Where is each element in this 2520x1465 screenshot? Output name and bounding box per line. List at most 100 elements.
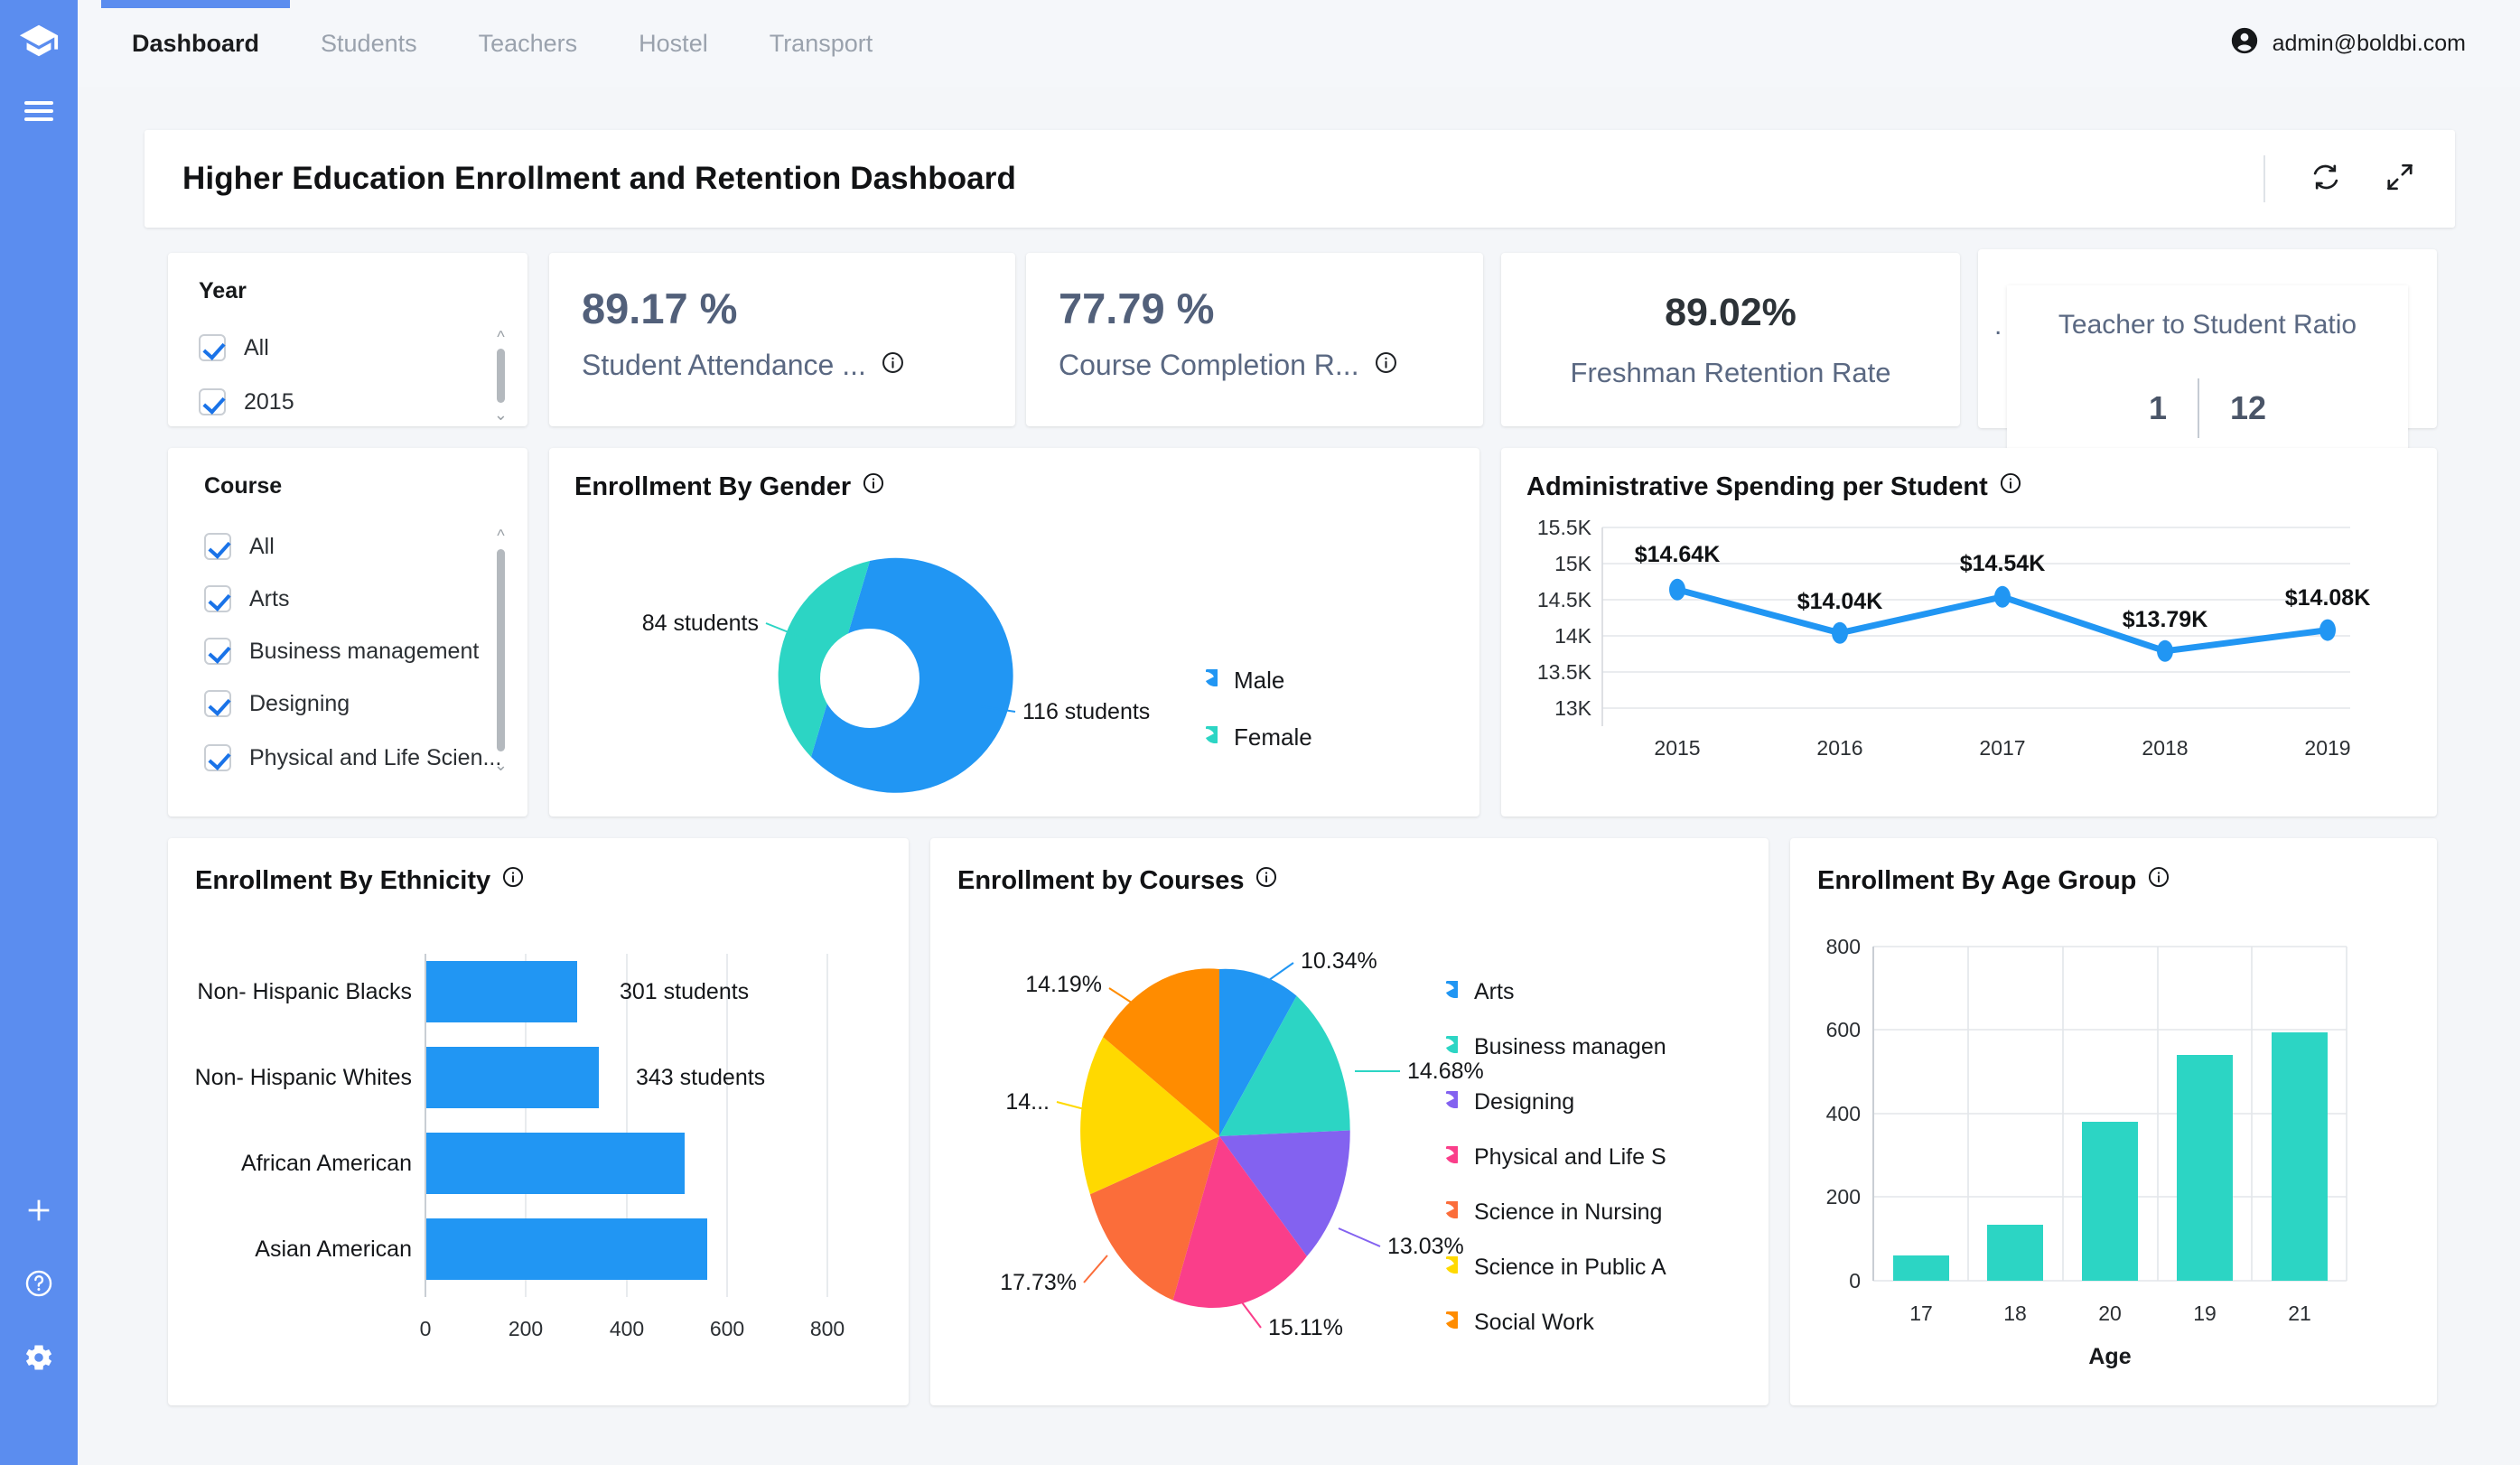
x-tick-label: 600: [710, 1317, 744, 1340]
tab-label: Transport: [769, 29, 873, 57]
course-filter-item-designing[interactable]: Designing: [204, 690, 350, 717]
y-tick-label: 13K: [1554, 696, 1592, 720]
leader-line: [1338, 1227, 1381, 1247]
legend-item-male[interactable]: Male: [1194, 667, 1312, 695]
x-tick-label: 2018: [2142, 736, 2188, 760]
year-filter-item-2015[interactable]: 2015: [199, 388, 294, 415]
y-tick-label: 800: [1826, 935, 1861, 958]
tab-label: Hostel: [639, 29, 708, 57]
bar[interactable]: [1893, 1255, 1949, 1281]
year-filter-item-all[interactable]: All: [199, 334, 269, 361]
course-filter-label: Business management: [249, 638, 480, 664]
legend-item-physical-and-life-sciences[interactable]: Physical and Life S: [1434, 1144, 1666, 1171]
tab-dashboard[interactable]: Dashboard: [101, 0, 291, 87]
info-icon[interactable]: [501, 865, 525, 896]
chart-title: Enrollment By Ethnicity: [195, 865, 491, 895]
gear-icon[interactable]: [23, 1341, 55, 1378]
checkbox[interactable]: [199, 334, 226, 361]
course-filter-item-all[interactable]: All: [204, 533, 275, 560]
kpi-card-course-completion[interactable]: 77.79 % Course Completion R...: [1026, 253, 1483, 426]
chevron-up-icon[interactable]: ^: [497, 527, 504, 544]
chart-title: Administrative Spending per Student: [1526, 471, 1988, 501]
data-point[interactable]: [2157, 639, 2173, 662]
account-menu[interactable]: admin@boldbi.com: [2229, 25, 2466, 62]
top-navigation-bar: Dashboard Students Teachers Hostel Trans…: [78, 0, 2520, 87]
tab-teachers[interactable]: Teachers: [448, 0, 609, 87]
bar[interactable]: [426, 1218, 707, 1280]
info-icon[interactable]: [2147, 865, 2170, 896]
pie-swatch-icon: [1445, 980, 1458, 998]
info-icon[interactable]: [862, 471, 885, 502]
course-filter-scrollbar[interactable]: ^ ⌄: [494, 527, 508, 773]
checkbox[interactable]: [204, 638, 231, 665]
collapse-arrows-icon[interactable]: [2383, 160, 2417, 199]
bar[interactable]: [2177, 1055, 2233, 1281]
category-label: Non- Hispanic Whites: [195, 1065, 412, 1090]
left-rail: [0, 0, 78, 1465]
x-tick-label: 17: [1909, 1302, 1933, 1325]
pie-slices: [1080, 968, 1350, 1309]
chart-title: Enrollment by Courses: [957, 865, 1245, 895]
bar[interactable]: [2272, 1032, 2328, 1281]
pie-swatch-icon: [1445, 1145, 1458, 1163]
account-circle-icon: [2229, 25, 2260, 62]
y-tick-label: 15K: [1554, 552, 1592, 575]
tab-transport[interactable]: Transport: [739, 0, 904, 87]
bar[interactable]: [426, 1047, 599, 1108]
checkbox[interactable]: [204, 690, 231, 717]
course-filter-item-business-management[interactable]: Business management: [204, 638, 479, 665]
tab-students[interactable]: Students: [290, 0, 448, 87]
checkbox[interactable]: [204, 585, 231, 612]
nav-tabs: Dashboard Students Teachers Hostel Trans…: [101, 0, 903, 87]
course-filter-item-arts[interactable]: Arts: [204, 585, 289, 612]
teacher-student-ratio-card[interactable]: . Teacher to Student Ratio 1 12: [1978, 249, 2437, 462]
kpi-card-freshman-retention[interactable]: 89.02% Freshman Retention Rate: [1501, 253, 1960, 426]
tab-hostel[interactable]: Hostel: [608, 0, 739, 87]
course-filter-item-physical-and-life-sciences[interactable]: Physical and Life Scien...: [204, 744, 501, 771]
gender-legend: Male Female: [1194, 667, 1312, 751]
checkbox[interactable]: [204, 744, 231, 771]
legend-item-science-in-nursing[interactable]: Science in Nursing: [1434, 1199, 1666, 1226]
kpi-label: Course Completion R...: [1059, 349, 1359, 381]
question-circle-icon[interactable]: [23, 1268, 54, 1303]
plus-icon[interactable]: [23, 1195, 54, 1230]
legend-item-social-work[interactable]: Social Work: [1434, 1310, 1666, 1336]
ratio-students: 12: [2229, 389, 2267, 426]
legend-item-female[interactable]: Female: [1194, 723, 1312, 751]
data-point[interactable]: [2319, 619, 2336, 641]
bar[interactable]: [1987, 1225, 2043, 1281]
data-point[interactable]: [1669, 578, 1685, 601]
info-icon[interactable]: [1255, 865, 1278, 896]
bar[interactable]: [426, 961, 577, 1022]
checkbox[interactable]: [199, 388, 226, 415]
chevron-up-icon[interactable]: ^: [497, 329, 504, 345]
chevron-down-icon[interactable]: ⌄: [494, 757, 508, 773]
info-icon[interactable]: [881, 349, 905, 382]
year-filter-scrollbar[interactable]: ^ ⌄: [494, 329, 508, 423]
hamburger-menu-icon[interactable]: [23, 98, 55, 128]
x-tick-label: 800: [810, 1317, 845, 1340]
y-tick-label: 400: [1826, 1102, 1861, 1125]
bar[interactable]: [2082, 1122, 2138, 1281]
info-icon[interactable]: [1999, 471, 2022, 502]
scroll-thumb[interactable]: [496, 349, 505, 403]
checkbox[interactable]: [204, 533, 231, 560]
pie-swatch-icon: [1445, 1200, 1458, 1218]
legend-item-business-management[interactable]: Business managen: [1434, 1034, 1666, 1060]
data-point[interactable]: [1994, 585, 2011, 608]
refresh-icon[interactable]: [2309, 160, 2343, 199]
bar[interactable]: [426, 1133, 685, 1194]
legend-item-designing[interactable]: Designing: [1434, 1089, 1666, 1115]
legend-item-arts[interactable]: Arts: [1434, 979, 1666, 1005]
kpi-card-student-attendance[interactable]: 89.17 % Student Attendance ...: [549, 253, 1015, 426]
point-label: $14.04K: [1797, 589, 1883, 614]
info-icon[interactable]: [1374, 349, 1398, 382]
kpi-value: 77.79 %: [1059, 285, 1215, 332]
course-filter-label: Arts: [249, 585, 290, 611]
chevron-down-icon[interactable]: ⌄: [494, 406, 508, 423]
data-point[interactable]: [1832, 621, 1848, 644]
scroll-thumb[interactable]: [496, 549, 505, 751]
legend-item-science-in-public-affairs[interactable]: Science in Public A: [1434, 1255, 1666, 1281]
x-tick-labels: 17 18 20 19 21: [1909, 1302, 2311, 1325]
spending-line-svg: 15.5K 15K 14.5K 14K 13.5K 13K $14.64K $1…: [1537, 518, 2370, 760]
